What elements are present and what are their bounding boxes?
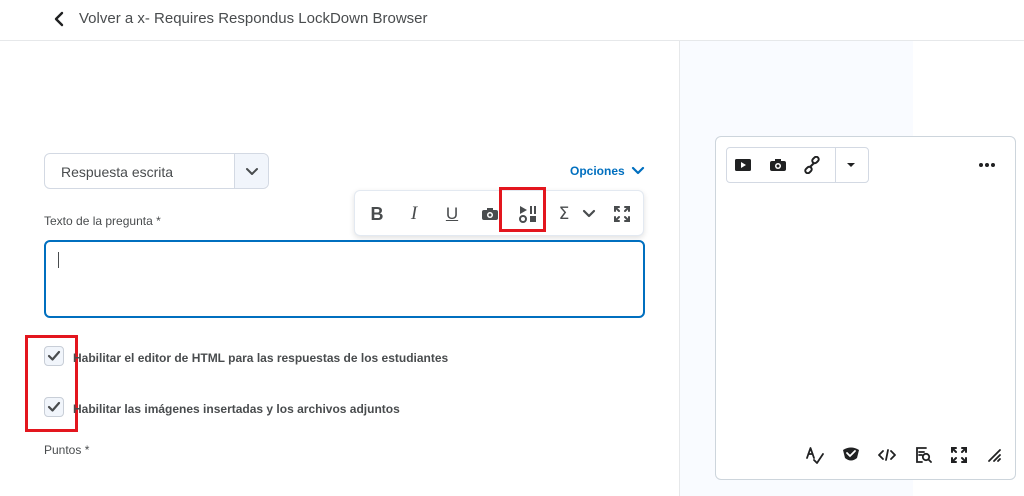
editor-toolbar-group: [726, 147, 869, 183]
spellcheck-icon[interactable]: [804, 444, 826, 466]
question-type-select[interactable]: Respuesta escrita: [44, 153, 269, 189]
chevron-down-icon: [631, 166, 644, 175]
back-link[interactable]: Volver a x- Requires Respondus LockDown …: [79, 10, 428, 27]
insert-image-icon[interactable]: [479, 203, 501, 225]
caret-down-icon[interactable]: [840, 154, 862, 176]
question-text-label: Texto de la pregunta *: [44, 214, 161, 228]
checkmark-icon: [47, 350, 61, 361]
text-caret: [58, 252, 59, 268]
bold-icon[interactable]: B: [366, 203, 388, 225]
equation-icon[interactable]: Σ: [553, 203, 575, 225]
checkmark-icon: [47, 401, 61, 412]
link-icon[interactable]: [801, 154, 823, 176]
preview-icon[interactable]: [912, 444, 934, 466]
accessibility-check-icon[interactable]: [840, 444, 862, 466]
answer-editor-preview: [715, 136, 1016, 480]
question-text-input[interactable]: [44, 240, 645, 318]
checkbox-html-editor-label[interactable]: Habilitar el editor de HTML para las res…: [73, 351, 448, 365]
options-link[interactable]: Opciones: [570, 164, 645, 178]
checkbox-attachments-label[interactable]: Habilitar las imágenes insertadas y los …: [73, 402, 400, 416]
underline-icon[interactable]: U: [441, 203, 463, 225]
chevron-down-icon: [234, 154, 268, 188]
more-options-icon[interactable]: [976, 154, 998, 176]
fullscreen-icon[interactable]: [948, 444, 970, 466]
italic-icon[interactable]: I: [403, 203, 425, 225]
highlight-box-media: [499, 187, 546, 232]
points-label: Puntos *: [44, 443, 90, 457]
play-video-icon[interactable]: [732, 154, 754, 176]
question-type-value: Respuesta escrita: [61, 164, 174, 180]
top-bar: Volver a x- Requires Respondus LockDown …: [0, 0, 1024, 41]
checkbox-html-editor[interactable]: [44, 346, 64, 366]
checkbox-attachments[interactable]: [44, 397, 64, 417]
chevron-left-icon[interactable]: [50, 9, 70, 29]
resize-handle-icon[interactable]: [983, 444, 1005, 466]
source-code-icon[interactable]: [876, 444, 898, 466]
chevron-down-icon[interactable]: [578, 203, 600, 225]
options-label: Opciones: [570, 164, 625, 178]
insert-image-icon[interactable]: [767, 154, 789, 176]
fullscreen-icon[interactable]: [611, 203, 633, 225]
